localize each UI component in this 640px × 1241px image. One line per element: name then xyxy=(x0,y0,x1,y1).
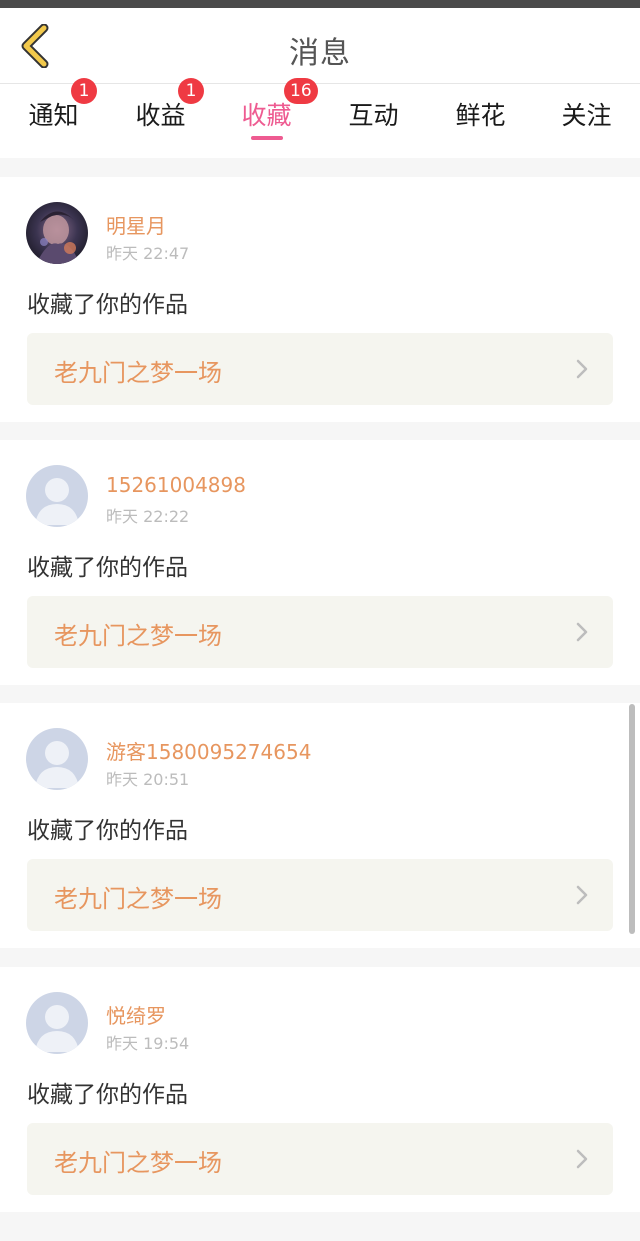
work-link[interactable]: 老九门之梦一场 xyxy=(27,1123,613,1195)
action-text: 收藏了你的作品 xyxy=(27,292,188,318)
work-link[interactable]: 老九门之梦一场 xyxy=(27,596,613,668)
tab-interaction[interactable]: 互动 xyxy=(320,84,427,158)
message-card: 游客1580095274654 昨天 20:51 收藏了你的作品 老九门之梦一场 xyxy=(0,703,640,948)
tab-bar: 通知 1 收益 1 收藏 16 互动 鲜花 关注 xyxy=(0,78,640,158)
user-avatar[interactable] xyxy=(26,202,88,264)
tab-notice[interactable]: 通知 1 xyxy=(0,78,107,158)
message-card: 悦绮罗 昨天 19:54 收藏了你的作品 老九门之梦一场 xyxy=(0,967,640,1212)
default-avatar-icon xyxy=(26,728,88,790)
unread-badge: 1 xyxy=(178,78,204,104)
user-name[interactable]: 明星月 xyxy=(106,210,166,239)
active-tab-indicator xyxy=(250,136,283,140)
user-avatar[interactable] xyxy=(26,465,88,527)
user-name[interactable]: 15261004898 xyxy=(106,473,246,497)
tab-follow[interactable]: 关注 xyxy=(533,84,640,158)
chevron-right-icon xyxy=(576,622,588,642)
timestamp: 昨天 22:47 xyxy=(106,244,190,263)
work-title: 老九门之梦一场 xyxy=(54,359,222,387)
user-name[interactable]: 游客1580095274654 xyxy=(106,736,311,765)
timestamp: 昨天 20:51 xyxy=(106,770,190,789)
work-title: 老九门之梦一场 xyxy=(54,1149,222,1177)
tab-label: 互动 xyxy=(348,101,399,130)
photo-avatar-icon xyxy=(26,202,88,264)
message-card: 明星月 昨天 22:47 收藏了你的作品 老九门之梦一场 xyxy=(0,177,640,422)
scrollbar[interactable] xyxy=(629,704,635,934)
chevron-right-icon xyxy=(576,1149,588,1169)
work-link[interactable]: 老九门之梦一场 xyxy=(27,859,613,931)
status-bar xyxy=(0,0,640,8)
user-avatar[interactable] xyxy=(26,992,88,1054)
timestamp: 昨天 22:22 xyxy=(106,507,190,526)
unread-badge: 1 xyxy=(71,78,97,104)
page-title: 消息 xyxy=(289,36,351,71)
unread-badge: 16 xyxy=(284,78,318,104)
default-avatar-icon xyxy=(26,465,88,527)
timestamp: 昨天 19:54 xyxy=(106,1034,190,1053)
tab-earnings[interactable]: 收益 1 xyxy=(107,78,214,158)
action-text: 收藏了你的作品 xyxy=(27,555,188,581)
work-link[interactable]: 老九门之梦一场 xyxy=(27,333,613,405)
user-avatar[interactable] xyxy=(26,728,88,790)
action-text: 收藏了你的作品 xyxy=(27,818,188,844)
tab-favorites[interactable]: 收藏 16 xyxy=(213,78,320,158)
default-avatar-icon xyxy=(26,992,88,1054)
user-name[interactable]: 悦绮罗 xyxy=(106,1000,166,1029)
work-title: 老九门之梦一场 xyxy=(54,885,222,913)
tab-flowers[interactable]: 鲜花 xyxy=(427,84,534,158)
work-title: 老九门之梦一场 xyxy=(54,622,222,650)
chevron-right-icon xyxy=(576,359,588,379)
message-card: 15261004898 昨天 22:22 收藏了你的作品 老九门之梦一场 xyxy=(0,440,640,685)
top-bar: 消息 xyxy=(0,8,640,84)
action-text: 收藏了你的作品 xyxy=(27,1082,188,1108)
chevron-right-icon xyxy=(576,885,588,905)
tab-label: 鲜花 xyxy=(455,101,506,130)
tab-label: 关注 xyxy=(561,101,612,130)
